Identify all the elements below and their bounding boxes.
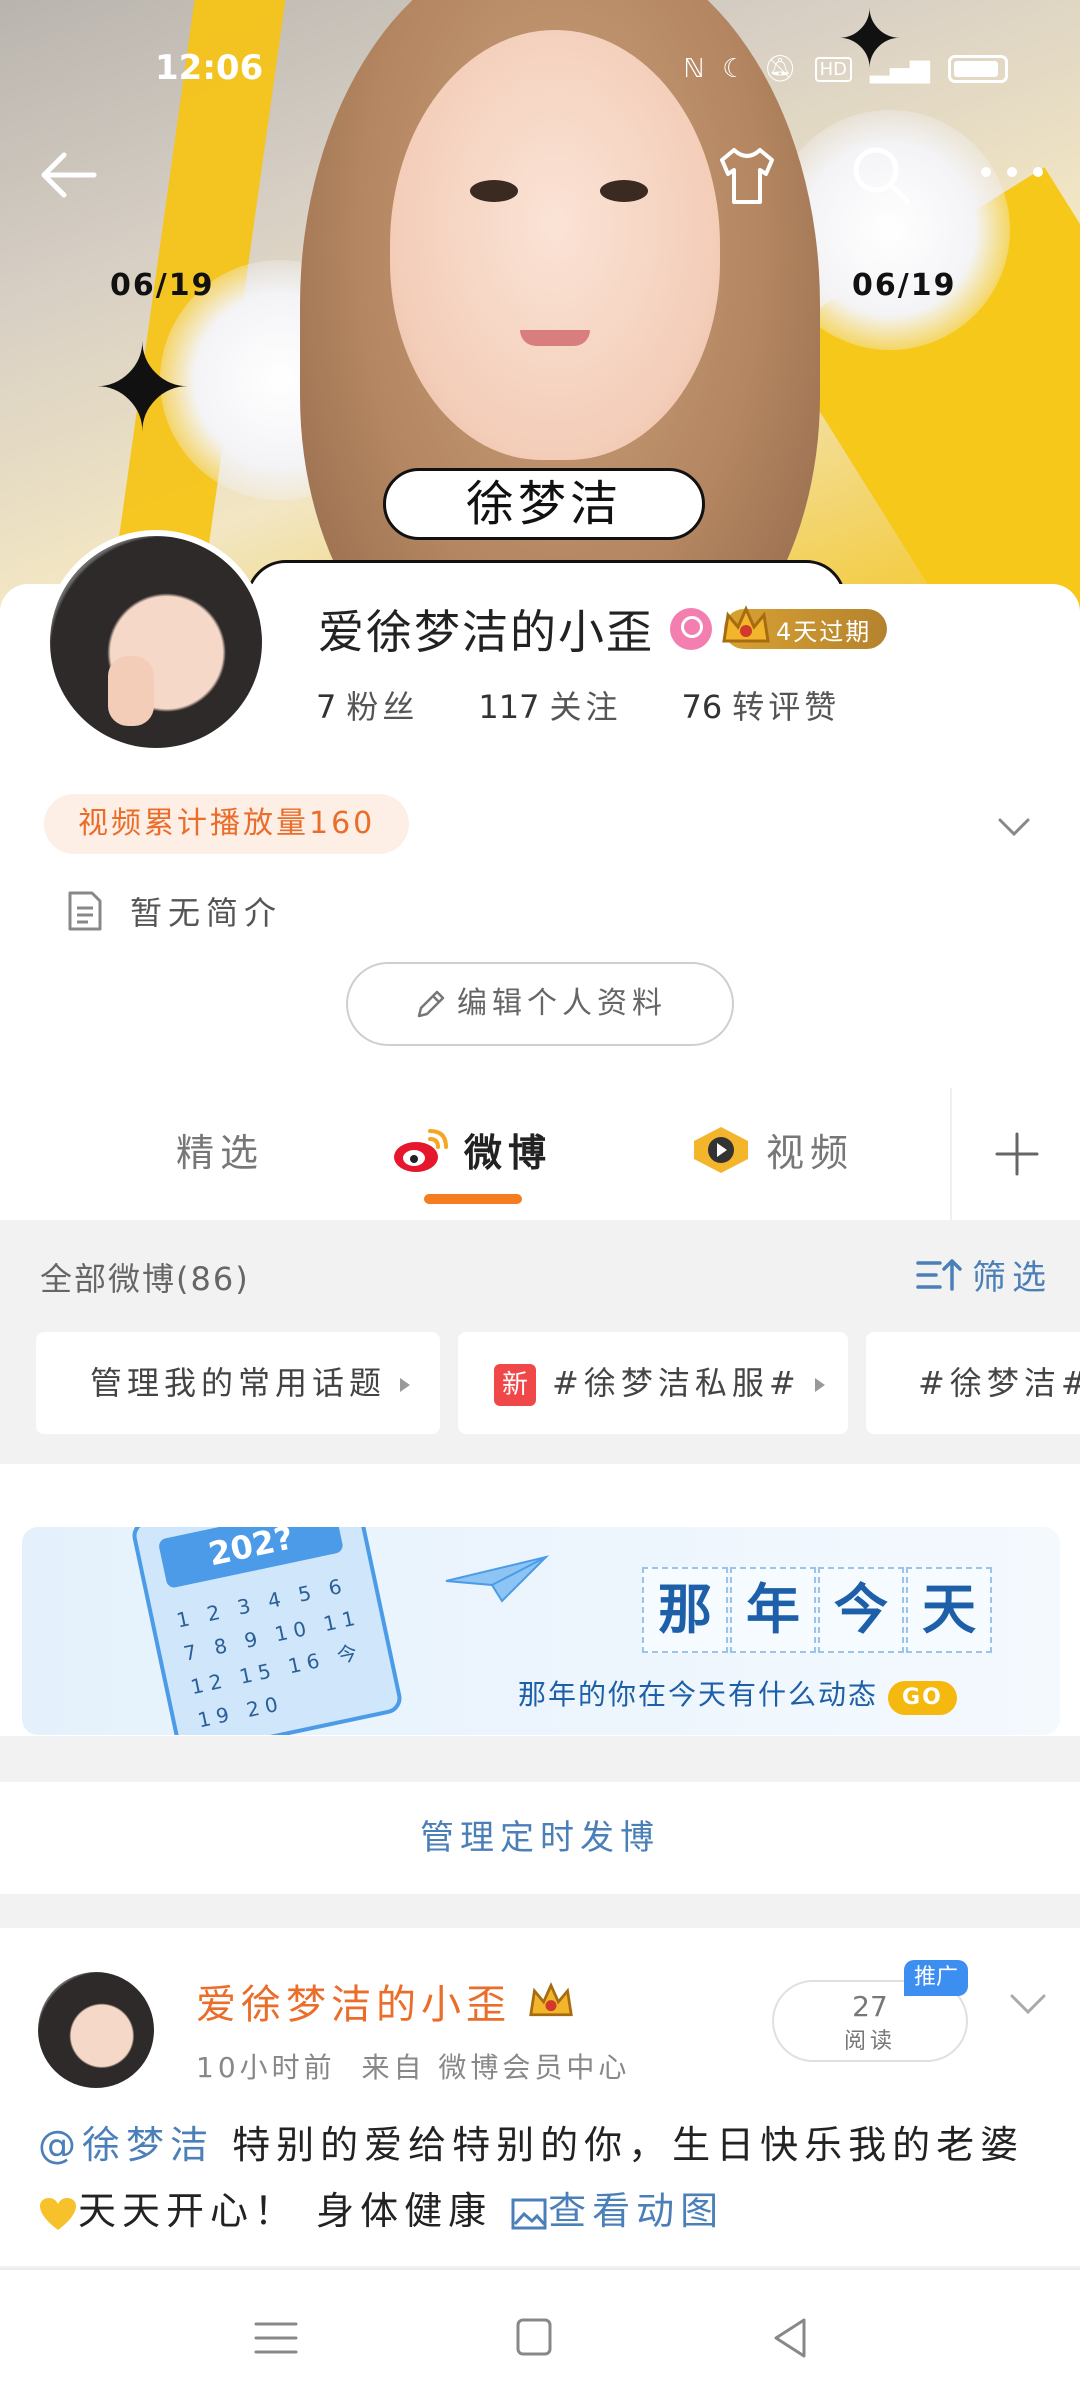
- paper-plane-icon: [445, 1555, 550, 1603]
- new-tag: 新: [494, 1364, 536, 1406]
- manage-scheduled-posts-button[interactable]: 管理定时发博: [0, 1782, 1080, 1894]
- topic-chip-manage[interactable]: 管理我的常用话题: [36, 1332, 440, 1434]
- edit-profile-button[interactable]: 编辑个人资料: [346, 962, 734, 1046]
- hd-icon: HD: [814, 56, 852, 82]
- system-nav-bar: [0, 2268, 1080, 2400]
- post-author-avatar[interactable]: [38, 1972, 154, 2088]
- image-icon: [511, 2198, 547, 2229]
- cover-date-left: 06/19: [110, 268, 215, 303]
- avatar[interactable]: [44, 530, 268, 754]
- view-gif-link[interactable]: 查看动图: [510, 2189, 724, 2233]
- post-body: @徐梦洁 特别的爱给特别的你，生日快乐我的老婆 天天开心！ 身体健康 查看动图: [38, 2112, 1048, 2244]
- battery-icon: [948, 55, 1008, 83]
- moon-icon: ☾: [722, 54, 746, 84]
- filter-sort-icon: [916, 1258, 962, 1291]
- post-meta: 10小时前 来自 微博会员中心: [196, 2046, 630, 2086]
- add-tab-button[interactable]: [950, 1088, 1080, 1220]
- all-weibo-count[interactable]: 全部微博(86): [40, 1254, 250, 1300]
- back-arrow-icon[interactable]: [34, 140, 104, 210]
- plus-icon: [995, 1132, 1039, 1176]
- mention-link[interactable]: @徐梦洁: [38, 2123, 214, 2167]
- stat-interactions[interactable]: 76 转评赞: [681, 682, 840, 728]
- vip-badge-text: 4天过期: [776, 617, 872, 646]
- tab-weibo[interactable]: 微博: [392, 1122, 552, 1177]
- bio-row[interactable]: 暂无简介: [66, 888, 282, 934]
- stat-following[interactable]: 117 关注: [478, 682, 621, 728]
- video-plays-badge[interactable]: 视频累计播放量160: [44, 794, 410, 854]
- filter-button[interactable]: 筛选: [914, 1250, 1052, 1299]
- profile-username: 爱徐梦洁的小歪: [318, 605, 654, 659]
- search-icon[interactable]: [846, 140, 916, 210]
- topic-chip-private-clothes[interactable]: 新 #徐梦洁私服#: [458, 1332, 848, 1434]
- female-gender-icon: [670, 608, 712, 650]
- calendar-illustration: 202? 1 2 3 4 5 6 7 8 9 10 11 12 15 16 今 …: [129, 1527, 405, 1735]
- document-icon: [68, 891, 102, 931]
- post-time: 10小时前: [196, 2051, 336, 2084]
- topic-chip-xu-mengjie[interactable]: #徐梦洁#: [866, 1332, 1080, 1434]
- tab-featured[interactable]: 精选: [176, 1122, 264, 1177]
- theme-shirt-icon[interactable]: [712, 140, 782, 210]
- post-author-row[interactable]: 爱徐梦洁的小歪: [196, 1972, 581, 2030]
- vip-badge[interactable]: 4天过期: [722, 605, 888, 649]
- yellow-heart-icon: [40, 2197, 76, 2230]
- top-action-bar: [0, 140, 1080, 210]
- weibo-logo-icon: [394, 1128, 448, 1172]
- profile-stats: 7 粉丝 117 关注 76 转评赞: [316, 682, 840, 728]
- calendar-numbers: 1 2 3 4 5 6 7 8 9 10 11 12 15 16 今 19 20: [174, 1572, 366, 1733]
- home-square-icon[interactable]: [504, 2310, 564, 2366]
- mute-icon: 🔕︎: [763, 54, 797, 84]
- back-triangle-icon[interactable]: [762, 2310, 822, 2366]
- video-channel-icon: [694, 1126, 748, 1173]
- cover-date-right: 06/19: [852, 268, 957, 303]
- sparkle-icon: ✦: [92, 320, 193, 459]
- cover-name-banner: 徐梦洁: [383, 468, 705, 540]
- that-year-today-banner[interactable]: 202? 1 2 3 4 5 6 7 8 9 10 11 12 15 16 今 …: [22, 1527, 1060, 1735]
- crown-icon: [722, 605, 770, 643]
- vip-crown-icon: [529, 1981, 573, 2017]
- arrow-right-icon: [400, 1378, 411, 1392]
- nfc-icon: ℕ: [683, 54, 705, 84]
- pencil-icon: [417, 990, 445, 1017]
- arrow-right-icon: [814, 1378, 825, 1392]
- active-tab-indicator: [424, 1194, 522, 1204]
- bio-text: 暂无简介: [130, 894, 283, 932]
- profile-username-row: 爱徐梦洁的小歪 4天过期: [318, 596, 888, 662]
- stat-followers[interactable]: 7 粉丝: [316, 682, 418, 728]
- banner-title: 那 年 今 天: [642, 1567, 992, 1653]
- profile-page: 06/19 06/19 ✦ ✦ 徐梦洁 12:06 ℕ ☾ 🔕︎ HD ▂▄▆: [0, 0, 1080, 2400]
- edit-profile-label: 编辑个人资料: [457, 986, 667, 1021]
- menu-icon[interactable]: [246, 2310, 306, 2366]
- post-text-line2: 天天开心！ 身体健康: [78, 2189, 511, 2233]
- banner-subtitle: 那年的你在今天有什么动态 GO: [518, 1673, 957, 1715]
- promote-tag[interactable]: 推广: [904, 1960, 968, 1996]
- more-options-icon[interactable]: [972, 140, 1052, 210]
- post-source: 来自 微博会员中心: [361, 2051, 631, 2084]
- filter-label: 筛选: [972, 1258, 1052, 1298]
- signal-icon: ▂▄▆: [870, 54, 930, 84]
- post-author-name: 爱徐梦洁的小歪: [196, 1982, 511, 2028]
- post-text-line1: 特别的爱给特别的你，生日快乐我的老婆: [214, 2123, 1025, 2167]
- chevron-down-icon[interactable]: [994, 806, 1034, 846]
- profile-tabs: 精选 微博 视频: [0, 1088, 1080, 1220]
- tab-video[interactable]: 视频: [690, 1122, 854, 1177]
- post-options-chevron-icon[interactable]: [1006, 1984, 1050, 2024]
- read-label: 阅读: [843, 2029, 896, 2054]
- go-button[interactable]: GO: [888, 1681, 957, 1715]
- status-time: 12:06: [155, 48, 264, 88]
- status-bar: 12:06 ℕ ☾ 🔕︎ HD ▂▄▆: [0, 48, 1080, 98]
